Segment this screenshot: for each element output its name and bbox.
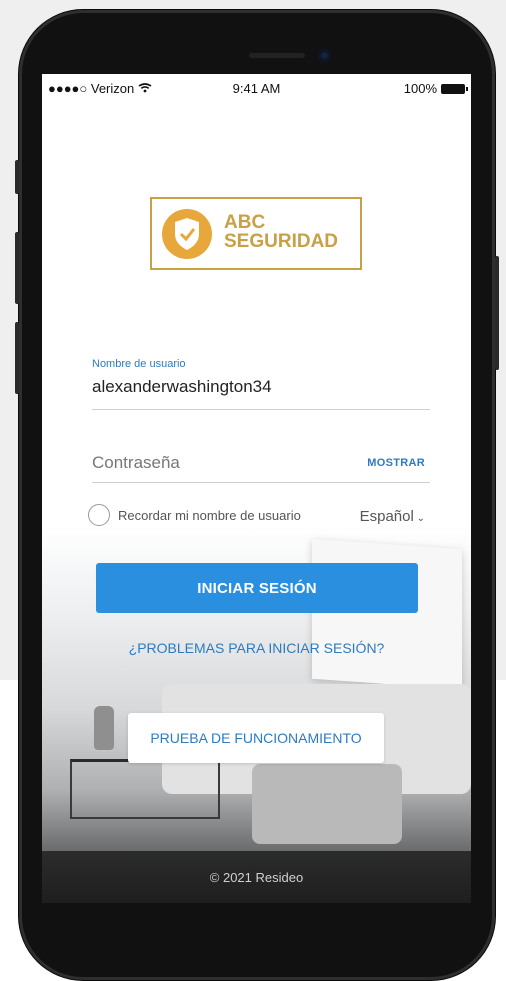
language-selector[interactable]: Español ⌄ [360,508,425,525]
status-bar: ●●●●○ Verizon 9:41 AM 100% [42,74,471,102]
company-logo: ABC SEGURIDAD [150,197,362,270]
background-ottoman [252,764,402,844]
front-camera [318,49,331,62]
show-password-button[interactable]: MOSTRAR [367,457,425,469]
background-vase [94,706,114,750]
battery-icon [441,83,468,94]
background-table [70,759,220,819]
chevron-down-icon: ⌄ [413,513,425,524]
remember-label: Recordar mi nombre de usuario [118,507,301,523]
demo-button[interactable]: PRUEBA DE FUNCIONAMIENTO [128,713,384,763]
username-underline [92,409,430,410]
footer-copyright: © 2021 Resideo [42,851,471,903]
mute-switch [15,160,19,194]
volume-down-button [15,322,19,394]
login-button[interactable]: INICIAR SESIÓN [96,563,418,613]
battery-status: 100% [404,81,468,96]
remember-username-option[interactable]: Recordar mi nombre de usuario [88,504,301,526]
volume-up-button [15,232,19,304]
logo-text: ABC SEGURIDAD [224,212,339,252]
remember-radio[interactable] [88,504,110,526]
username-input[interactable]: alexanderwashington34 [92,377,272,397]
password-underline [92,482,430,483]
trouble-signing-in-link[interactable]: ¿PROBLEMAS PARA INICIAR SESIÓN? [42,640,471,656]
power-button [495,256,499,370]
background-window [312,538,462,690]
earpiece-speaker [249,53,305,58]
username-label: Nombre de usuario [92,358,186,370]
shield-check-icon [162,209,212,259]
app-screen: ●●●●○ Verizon 9:41 AM 100% ABC SEGURIDAD… [42,74,471,903]
password-input[interactable]: Contraseña [92,453,180,473]
